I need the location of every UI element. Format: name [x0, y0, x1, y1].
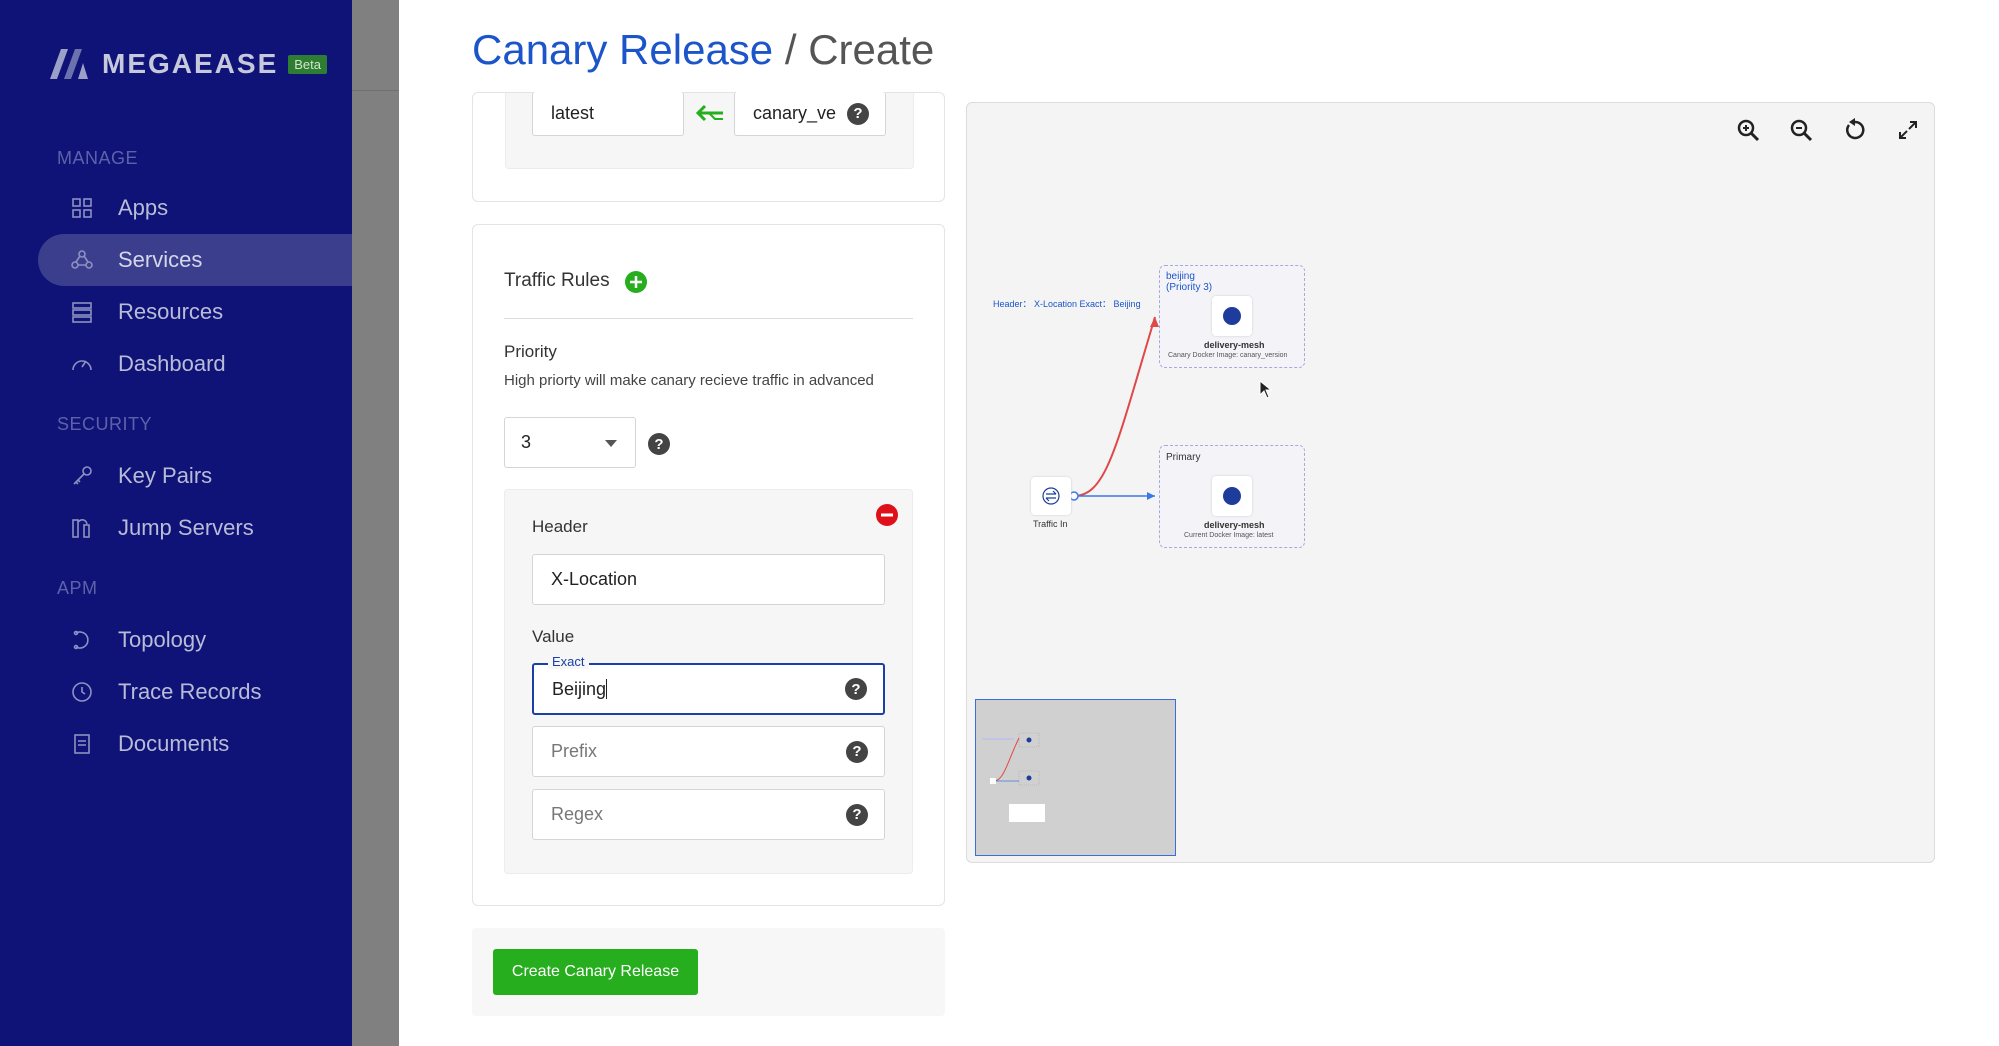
value-label: Value — [532, 627, 575, 646]
key-icon — [73, 466, 92, 485]
sidebar-item-label: Dashboard — [118, 351, 226, 376]
sidebar-item-label: Key Pairs — [118, 463, 213, 488]
sidebar-item-services[interactable]: Services — [38, 234, 352, 286]
arrow-left-icon — [695, 104, 723, 122]
services-icon — [71, 250, 93, 269]
traffic-in-node[interactable] — [1031, 477, 1071, 515]
sidebar-item-apps[interactable]: Apps — [38, 182, 352, 234]
create-canary-release-button[interactable]: Create Canary Release — [493, 949, 698, 995]
divider — [504, 318, 913, 319]
prefix-help-icon[interactable]: ? — [846, 740, 868, 763]
add-rule-icon[interactable] — [624, 270, 648, 294]
sidebar-item-documents[interactable]: Documents — [38, 718, 352, 770]
priority-label: Priority — [504, 342, 557, 361]
section-apm: APM — [57, 578, 98, 598]
sidebar-item-jump-servers[interactable]: Jump Servers — [38, 502, 352, 554]
prefix-input[interactable]: Prefix ? — [532, 726, 885, 777]
sidebar-item-label: Documents — [118, 731, 230, 756]
regex-input[interactable]: Regex ? — [532, 789, 885, 840]
traffic-rules-title: Traffic Rules — [504, 270, 610, 291]
help-icon[interactable]: ? — [847, 102, 869, 125]
sidebar-item-label: Services — [118, 247, 203, 272]
topology-graph[interactable]: Header： X-Location Exact： Beijing beijin… — [966, 102, 1935, 863]
gauge-icon — [72, 360, 92, 371]
sidebar-item-label: Resources — [118, 299, 224, 324]
sidebar-item-key-pairs[interactable]: Key Pairs — [38, 450, 352, 502]
megaease-logo[interactable]: MEGAEASE Beta — [48, 48, 327, 80]
grid-icon — [72, 198, 92, 218]
sidebar-item-resources[interactable]: Resources — [38, 286, 352, 338]
section-manage: MANAGE — [57, 148, 139, 168]
sidebar-item-label: Jump Servers — [118, 515, 254, 540]
megaease-logo-icon — [50, 49, 88, 79]
topology-icon — [73, 630, 89, 650]
traffic-in-label: Traffic In — [1033, 519, 1068, 529]
chevron-down-icon — [605, 440, 617, 447]
current-version-input[interactable]: latest — [532, 92, 684, 136]
server-icon — [72, 302, 92, 323]
document-icon — [74, 734, 90, 754]
clock-icon — [72, 682, 92, 702]
priority-select[interactable]: 3 — [504, 417, 636, 468]
canary-group[interactable]: beijing (Priority 3) delivery-mesh Canar… — [1159, 265, 1305, 368]
background-overlay[interactable] — [352, 0, 399, 1046]
section-security: SECURITY — [57, 414, 153, 434]
beta-badge: Beta — [288, 54, 327, 74]
jump-server-icon — [72, 519, 90, 538]
priority-help-icon[interactable]: ? — [648, 433, 670, 455]
priority-hint: High priorty will make canary recieve tr… — [504, 372, 874, 389]
graph-minimap[interactable] — [975, 699, 1176, 856]
exact-input[interactable]: Exact Beijing ? — [532, 654, 885, 715]
page-title: Canary Release / Create — [472, 26, 935, 73]
exact-label: Exact — [548, 654, 589, 669]
canary-version-input[interactable]: canary_ve ? — [734, 92, 886, 136]
edge-label: Header： X-Location Exact： Beijing — [993, 299, 1141, 309]
sidebar: MEGAEASE Beta MANAGE Apps Services Resou… — [0, 0, 352, 1046]
sidebar-item-trace-records[interactable]: Trace Records — [38, 666, 352, 718]
canary-service-node[interactable] — [1212, 296, 1252, 336]
primary-group[interactable]: Primary delivery-mesh Current Docker Ima… — [1159, 445, 1305, 548]
minimap-preview — [982, 732, 1045, 822]
sidebar-item-label: Topology — [118, 627, 207, 652]
regex-help-icon[interactable]: ? — [846, 803, 868, 826]
sidebar-item-dashboard[interactable]: Dashboard — [38, 338, 352, 390]
text-caret — [606, 679, 608, 699]
exchange-icon — [1042, 487, 1060, 505]
primary-service-node[interactable] — [1212, 476, 1252, 516]
header-input[interactable]: X-Location — [532, 554, 885, 605]
mouse-cursor-icon — [1259, 380, 1273, 399]
exact-help-icon[interactable]: ? — [845, 678, 867, 700]
sidebar-item-topology[interactable]: Topology — [38, 614, 352, 666]
remove-rule-icon[interactable] — [875, 503, 899, 527]
header-label: Header — [532, 517, 588, 536]
brand-name: MEGAEASE — [102, 48, 279, 79]
sidebar-item-label: Trace Records — [118, 679, 262, 704]
sidebar-item-label: Apps — [118, 195, 169, 220]
